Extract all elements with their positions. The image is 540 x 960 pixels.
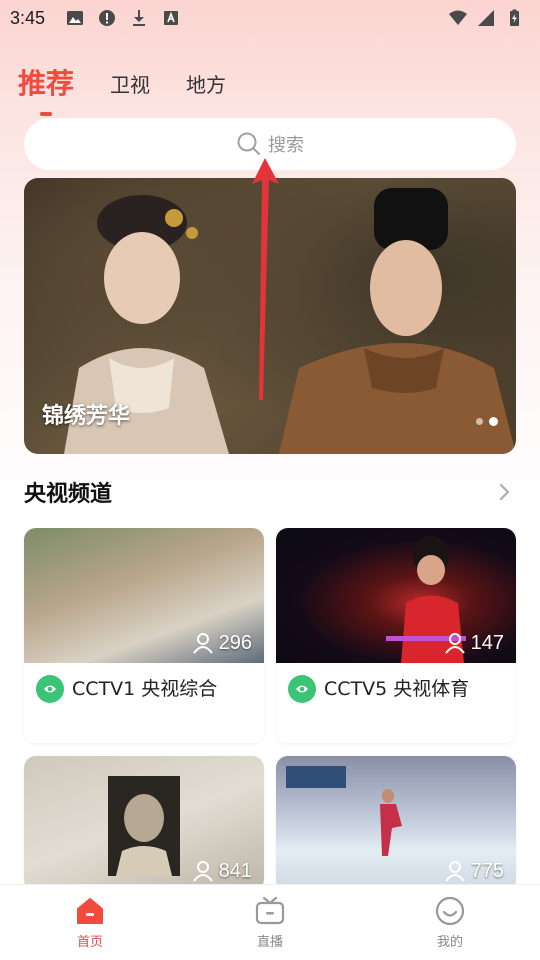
channel-logo-icon [36,675,64,703]
channel-thumbnail: 296 [24,528,264,663]
nav-profile-label: 我的 [436,935,463,950]
home-icon [77,898,103,924]
channel-info: CCTV5 央视体育 [276,663,516,743]
channel-thumbnail: 147 [276,528,516,663]
channel-card-cctv1[interactable]: 296 CCTV1 央视综合 [24,528,264,743]
banner-dot[interactable] [476,418,483,425]
viewer-count-value: 296 [218,631,252,654]
viewer-count: 296 [191,631,252,655]
status-time: 3:45 [10,7,46,28]
status-bar: 3:45 [0,0,540,36]
smiley-icon [435,896,465,926]
notification-icons [65,8,181,28]
chevron-right-icon[interactable] [492,480,516,504]
nav-live[interactable]: 直播 [210,895,330,950]
search-placeholder: 搜索 [268,135,304,156]
nav-home[interactable]: 首页 [30,895,150,950]
download-icon [133,10,146,26]
person-icon [192,633,213,654]
section-title: 央视频道 [24,482,113,507]
viewer-count-value: 147 [470,631,504,654]
nav-home-label: 首页 [76,935,103,950]
viewer-count: 775 [443,859,504,883]
channel-card-cctv5[interactable]: 147 CCTV5 央视体育 [276,528,516,743]
tv-icon [255,896,285,925]
cctv-section-header: 央视频道 [24,472,516,512]
wifi-icon [449,10,467,25]
person-icon [444,633,465,654]
search-icon [237,132,260,155]
banner-pagination [476,417,498,426]
banner-dot-active[interactable] [489,417,498,426]
viewer-count: 841 [191,859,252,883]
viewer-count: 147 [443,631,504,655]
font-icon [164,11,179,25]
tab-local[interactable]: 地方 [186,69,226,108]
viewer-count-value: 775 [470,859,504,882]
bottom-navigation: 首页 直播 我的 [0,884,540,960]
banner-title: 锦绣芳华 [42,404,131,429]
channel-logo-icon [288,675,316,703]
featured-banner[interactable]: 锦绣芳华 [24,178,516,454]
viewer-count-value: 841 [218,859,252,882]
image-icon [67,11,84,25]
category-tabs: 推荐 卫视 地方 [18,52,226,108]
nav-live-label: 直播 [256,935,283,950]
person-icon [192,861,213,882]
signal-icon [478,10,494,26]
tab-satellite[interactable]: 卫视 [110,69,150,108]
channel-card[interactable]: 841 [24,756,264,891]
channel-thumbnail: 775 [276,756,516,891]
system-icons [448,8,524,28]
channel-thumbnail: 841 [24,756,264,891]
channel-card[interactable]: 775 [276,756,516,891]
battery-charging-icon [510,9,519,26]
person-icon [444,861,465,882]
nav-profile[interactable]: 我的 [390,895,510,950]
channel-info: CCTV1 央视综合 [24,663,264,743]
tab-recommended[interactable]: 推荐 [18,62,74,108]
channel-name: CCTV1 央视综合 [72,678,218,700]
search-bar[interactable]: 搜索 [24,118,516,170]
alert-icon [99,10,116,26]
channel-name: CCTV5 央视体育 [324,678,470,700]
